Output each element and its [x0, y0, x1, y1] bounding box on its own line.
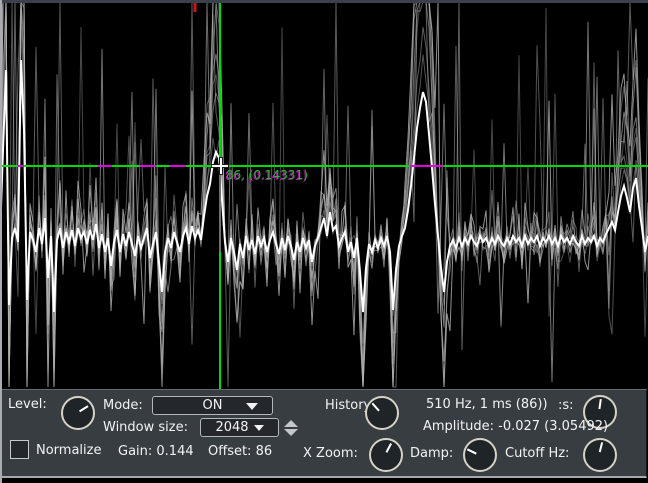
- spin-up-icon: [284, 420, 298, 427]
- crosshair-readout: 86, (0.14331): [226, 168, 308, 182]
- chevron-down-icon: [254, 425, 264, 431]
- x-zoom-label: X Zoom:: [303, 446, 358, 461]
- window-left-edge: [0, 0, 2, 483]
- knob-pointer: [79, 405, 89, 412]
- window-top-edge: [0, 0, 648, 3]
- x-zoom-knob[interactable]: [369, 438, 403, 472]
- mode-value: ON: [203, 398, 223, 413]
- knob-pointer: [598, 399, 601, 409]
- mode-dropdown[interactable]: ON: [152, 396, 273, 415]
- mode-label: Mode:: [103, 398, 143, 413]
- frequency-status: 510 Hz, 1 ms (86)): [426, 397, 548, 412]
- cutoff-knob[interactable]: [583, 438, 617, 472]
- control-panel: Level: Mode: ON History: 510 Hz, 1 ms (8…: [2, 389, 647, 478]
- damp-label: Damp:: [410, 446, 453, 461]
- obscured-label: :s:: [558, 398, 574, 413]
- knob-pointer: [372, 403, 380, 412]
- window-size-spinner[interactable]: [282, 418, 299, 437]
- normalize-checkbox[interactable]: [10, 440, 29, 459]
- offset-value: Offset: 86: [208, 444, 272, 459]
- knob-pointer: [599, 442, 603, 452]
- knob-pointer: [386, 443, 392, 453]
- amplitude-status: Amplitude: -0.027 (3.05492): [423, 419, 608, 434]
- chevron-down-icon: [246, 403, 258, 410]
- normalize-label: Normalize: [36, 443, 101, 458]
- analyzer-window: 86, (0.14331) Level: Mode: ON History: 5…: [0, 0, 648, 483]
- history-knob[interactable]: [365, 396, 399, 430]
- cutoff-label: Cutoff Hz:: [505, 446, 569, 461]
- level-knob[interactable]: [61, 396, 95, 430]
- damp-knob[interactable]: [463, 438, 497, 472]
- gain-value: Gain: 0.144: [118, 444, 194, 459]
- window-size-dropdown[interactable]: 2048: [200, 418, 279, 437]
- level-label: Level:: [8, 397, 47, 412]
- scope-display[interactable]: [0, 0, 648, 390]
- spin-down-icon: [284, 429, 298, 436]
- window-size-label: Window size:: [103, 420, 188, 435]
- window-size-value: 2048: [215, 420, 248, 435]
- knob-pointer: [467, 448, 477, 454]
